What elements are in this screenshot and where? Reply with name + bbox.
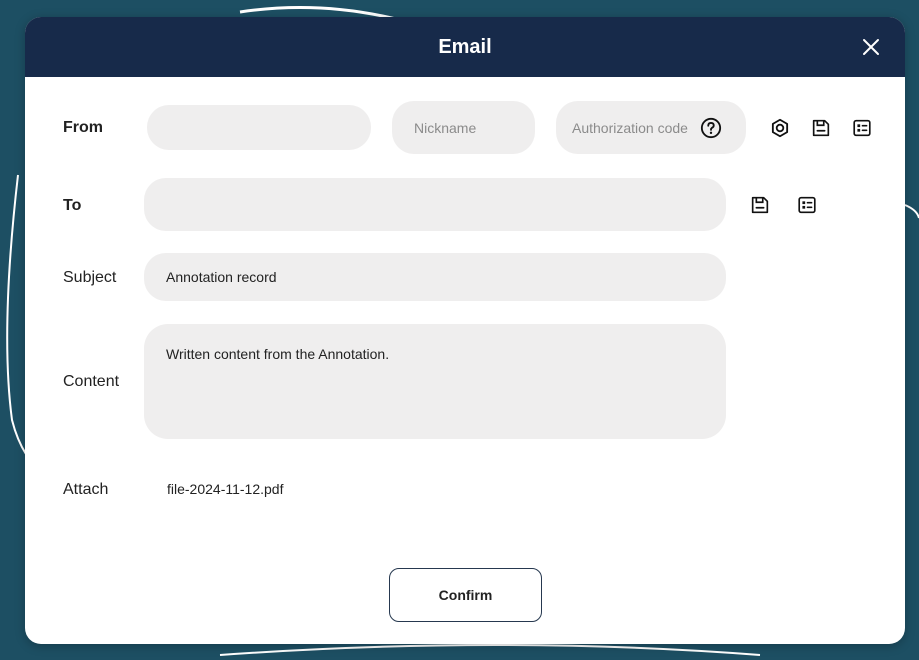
from-label: From (63, 119, 103, 136)
subject-value: Annotation record (166, 269, 277, 285)
settings-icon[interactable] (769, 117, 791, 139)
authorization-code-placeholder: Authorization code (572, 119, 688, 136)
nickname-placeholder: Nickname (414, 119, 477, 136)
close-icon[interactable] (859, 35, 883, 59)
to-input[interactable] (144, 178, 726, 231)
save-icon[interactable] (810, 117, 832, 139)
attach-label: Attach (63, 481, 109, 498)
attachment-filename[interactable]: file-2024-11-12.pdf (167, 481, 283, 497)
subject-input[interactable]: Annotation record (144, 253, 726, 301)
dialog-titlebar: Email (25, 17, 905, 77)
save-icon[interactable] (749, 194, 771, 216)
content-value: Written content from the Annotation. (166, 346, 390, 362)
content-textarea[interactable]: Written content from the Annotation. (144, 324, 726, 439)
confirm-button[interactable]: Confirm (389, 568, 542, 622)
email-dialog: Email From Nickname Authorization code T… (25, 17, 905, 644)
contacts-icon[interactable] (851, 117, 873, 139)
nickname-input[interactable]: Nickname (392, 101, 535, 154)
subject-label: Subject (63, 269, 117, 286)
dialog-title: Email (438, 36, 492, 58)
from-address-input[interactable] (147, 105, 371, 150)
help-circle-icon[interactable] (700, 117, 722, 139)
content-label: Content (63, 373, 120, 390)
contacts-icon[interactable] (796, 194, 818, 216)
authorization-code-input[interactable]: Authorization code (556, 101, 746, 154)
to-label: To (63, 197, 82, 214)
